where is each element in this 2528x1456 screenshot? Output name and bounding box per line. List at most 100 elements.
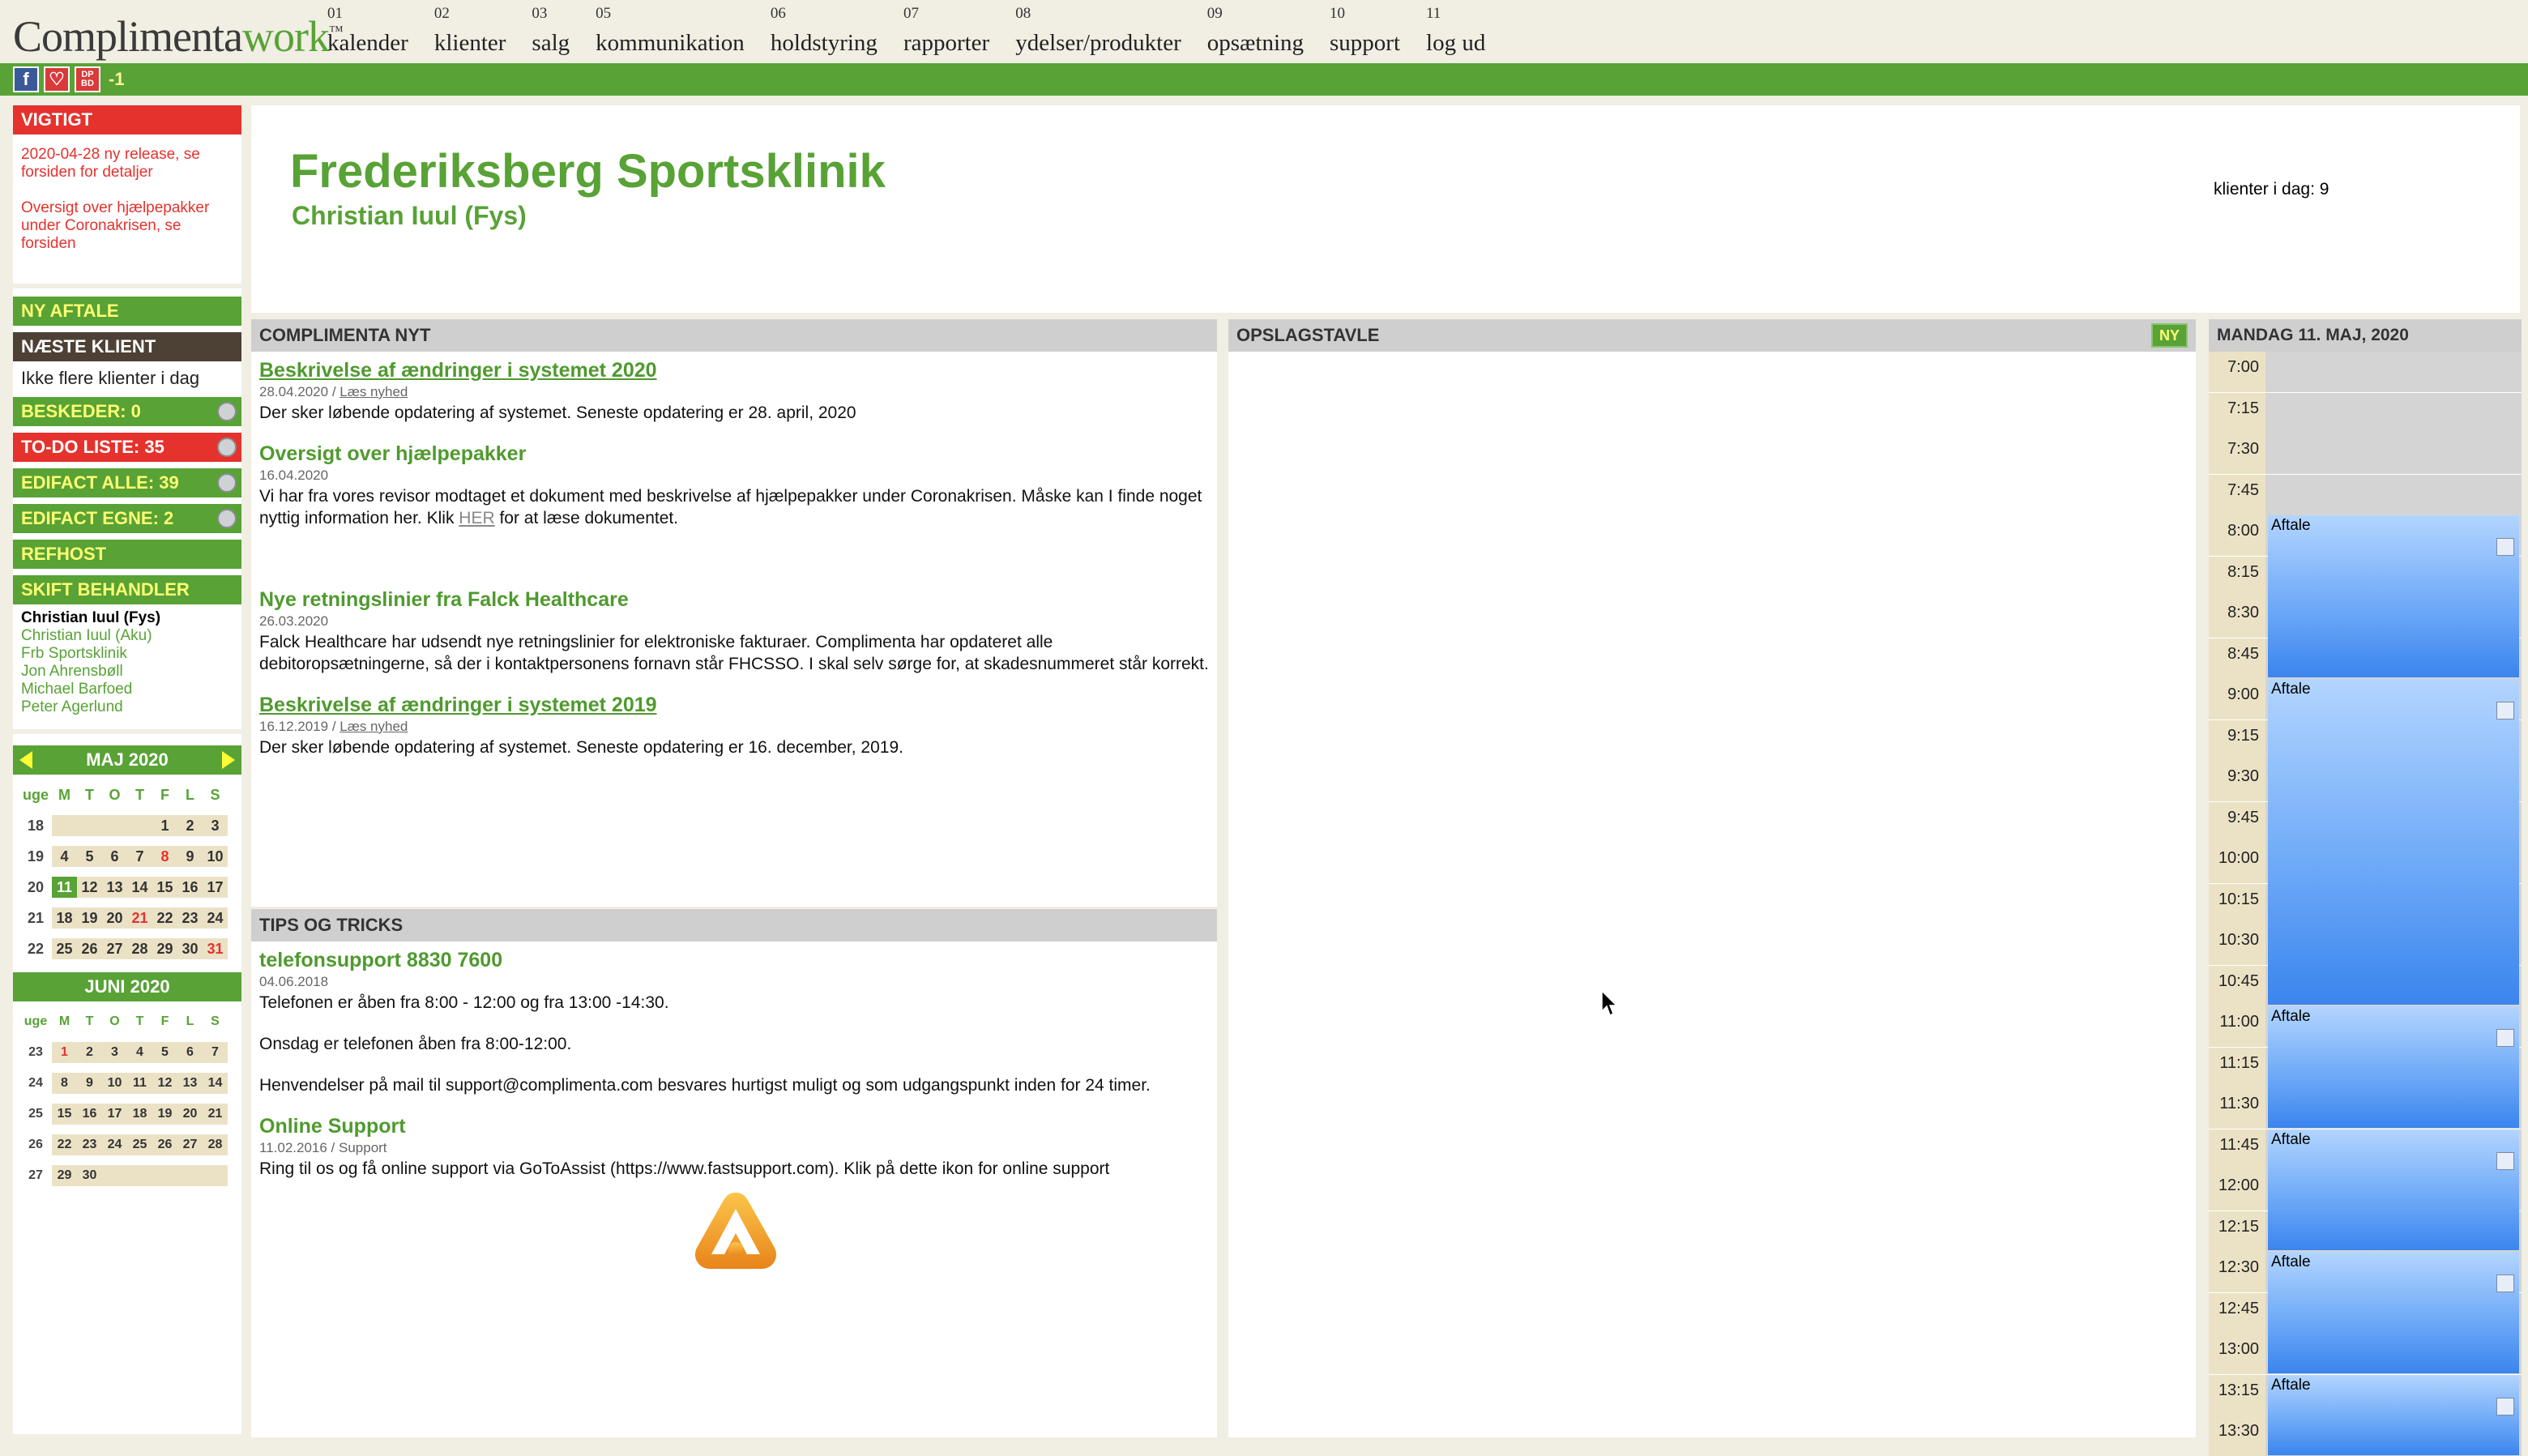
- week-number[interactable]: 24: [19, 1073, 52, 1094]
- facebook-icon[interactable]: f: [13, 66, 39, 92]
- dp-bd-icon[interactable]: DP BD: [75, 66, 100, 92]
- calendar-day[interactable]: 27: [177, 1134, 203, 1155]
- calendar-day[interactable]: 28: [127, 938, 152, 959]
- behandler-item[interactable]: Peter Agerlund: [21, 698, 233, 716]
- nav-item-kommunikation[interactable]: 05 kommunikation: [596, 3, 745, 57]
- calendar-day[interactable]: 6: [102, 846, 127, 867]
- calendar-day[interactable]: 13: [177, 1073, 203, 1094]
- week-number[interactable]: 19: [19, 846, 52, 867]
- behandler-item[interactable]: Christian Iuul (Aku): [21, 627, 233, 645]
- behandler-item[interactable]: Michael Barfoed: [21, 681, 233, 698]
- document-icon[interactable]: [2496, 702, 2514, 719]
- calendar-day[interactable]: 31: [203, 938, 228, 959]
- calendar-day[interactable]: 22: [152, 907, 177, 929]
- appointment[interactable]: Aftale: [2268, 679, 2519, 1005]
- calendar-day[interactable]: 13: [102, 877, 127, 898]
- week-number[interactable]: 27: [19, 1165, 52, 1186]
- behandler-item[interactable]: Jon Ahrensbøll: [21, 663, 233, 681]
- calendar-day[interactable]: 26: [152, 1134, 177, 1155]
- calendar-day[interactable]: 15: [52, 1104, 77, 1125]
- calendar-day[interactable]: 18: [52, 907, 77, 929]
- calendar-day[interactable]: 4: [127, 1042, 152, 1063]
- calendar-day[interactable]: 30: [177, 938, 203, 959]
- calendar-day[interactable]: 17: [102, 1104, 127, 1125]
- news-title[interactable]: Nye retningslinier fra Falck Healthcare: [259, 587, 1209, 612]
- refresh-icon[interactable]: [217, 438, 237, 457]
- week-number[interactable]: 18: [19, 815, 52, 836]
- calendar-day[interactable]: 20: [177, 1104, 203, 1125]
- calendar-day[interactable]: 2: [177, 815, 203, 836]
- tip-title[interactable]: telefonsupport 8830 7600: [259, 948, 1209, 972]
- calendar-day[interactable]: 6: [177, 1042, 203, 1063]
- calendar-day[interactable]: 14: [127, 877, 152, 898]
- calendar-day[interactable]: 7: [203, 1042, 228, 1063]
- time-slot[interactable]: 7:45: [2209, 474, 2522, 515]
- document-icon[interactable]: [2496, 1029, 2514, 1047]
- calendar-day[interactable]: 11: [52, 877, 77, 898]
- calendar-day[interactable]: 17: [203, 877, 228, 898]
- heart-icon[interactable]: ♡: [44, 66, 70, 92]
- read-news-link[interactable]: Læs nyhed: [339, 384, 408, 399]
- week-number[interactable]: 25: [19, 1104, 52, 1125]
- news-title[interactable]: Oversigt over hjælpepakker: [259, 442, 1209, 466]
- time-slot[interactable]: 7:15: [2209, 392, 2522, 433]
- calendar-day[interactable]: 30: [77, 1165, 102, 1186]
- vigtigt-item[interactable]: 2020-04-28 ny release, se forsiden for d…: [21, 146, 233, 181]
- calendar-day[interactable]: 29: [152, 938, 177, 959]
- behandler-item[interactable]: Frb Sportsklinik: [21, 645, 233, 663]
- calendar-day[interactable]: 15: [152, 877, 177, 898]
- calendar-day[interactable]: 19: [77, 907, 102, 929]
- week-number[interactable]: 26: [19, 1134, 52, 1155]
- time-slot[interactable]: 7:30: [2209, 433, 2522, 474]
- slot-area[interactable]: [2265, 352, 2522, 392]
- time-slot[interactable]: 7:00: [2209, 352, 2522, 392]
- calendar-day[interactable]: 11: [127, 1073, 152, 1094]
- calendar-day[interactable]: 19: [152, 1104, 177, 1125]
- calendar-day[interactable]: 25: [52, 938, 77, 959]
- appointment[interactable]: Aftale: [2268, 1129, 2519, 1250]
- calendar-day[interactable]: 23: [77, 1134, 102, 1155]
- calendar-day[interactable]: 23: [177, 907, 203, 929]
- nav-item-salg[interactable]: 03 salg: [532, 3, 570, 57]
- calendar-day[interactable]: 21: [203, 1104, 228, 1125]
- naeste-klient-header[interactable]: NÆSTE KLIENT: [13, 332, 241, 361]
- calendar-day[interactable]: 16: [77, 1104, 102, 1125]
- nav-item-support[interactable]: 10 support: [1330, 3, 1400, 57]
- calendar-day[interactable]: 3: [203, 815, 228, 836]
- week-number[interactable]: 20: [19, 877, 52, 898]
- refhost-button[interactable]: REFHOST: [13, 540, 241, 569]
- calendar-day[interactable]: 22: [52, 1134, 77, 1155]
- calendar-day[interactable]: 20: [102, 907, 127, 929]
- tip-title[interactable]: Online Support: [259, 1114, 1209, 1138]
- calendar-day[interactable]: 29: [52, 1165, 77, 1186]
- document-icon[interactable]: [2496, 1151, 2514, 1170]
- slot-area[interactable]: [2265, 433, 2522, 474]
- calendar-day[interactable]: 9: [177, 846, 203, 867]
- new-post-button[interactable]: NY: [2150, 323, 2188, 348]
- calendar-day[interactable]: 4: [52, 846, 77, 867]
- refresh-icon[interactable]: [217, 402, 237, 421]
- calendar-day[interactable]: 27: [102, 938, 127, 959]
- news-title[interactable]: Beskrivelse af ændringer i systemet 2020: [259, 358, 1209, 382]
- beskeder-button[interactable]: BESKEDER: 0: [13, 397, 241, 426]
- behandler-item[interactable]: Christian Iuul (Fys): [21, 609, 233, 627]
- nav-item-rapporter[interactable]: 07 rapporter: [903, 3, 989, 57]
- calendar-day[interactable]: 24: [203, 907, 228, 929]
- week-number[interactable]: 23: [19, 1042, 52, 1063]
- todo-button[interactable]: TO-DO LISTE: 35: [13, 433, 241, 462]
- calendar-day[interactable]: 7: [127, 846, 152, 867]
- calendar-day[interactable]: 10: [203, 846, 228, 867]
- calendar-day[interactable]: 24: [102, 1134, 127, 1155]
- refresh-icon[interactable]: [217, 473, 237, 493]
- week-number[interactable]: 21: [19, 907, 52, 929]
- edifact-egne-button[interactable]: EDIFACT EGNE: 2: [13, 504, 241, 533]
- vigtigt-item[interactable]: Oversigt over hjælpepakker under Coronak…: [21, 199, 233, 253]
- calendar-day[interactable]: 8: [152, 846, 177, 867]
- slot-area[interactable]: [2265, 474, 2522, 515]
- calendar-day[interactable]: 5: [152, 1042, 177, 1063]
- next-month-icon[interactable]: [221, 751, 235, 769]
- prev-month-icon[interactable]: [19, 751, 32, 769]
- calendar-day[interactable]: 26: [77, 938, 102, 959]
- read-news-link[interactable]: Læs nyhed: [339, 719, 408, 734]
- nav-item-log-ud[interactable]: 11 log ud: [1426, 3, 1485, 57]
